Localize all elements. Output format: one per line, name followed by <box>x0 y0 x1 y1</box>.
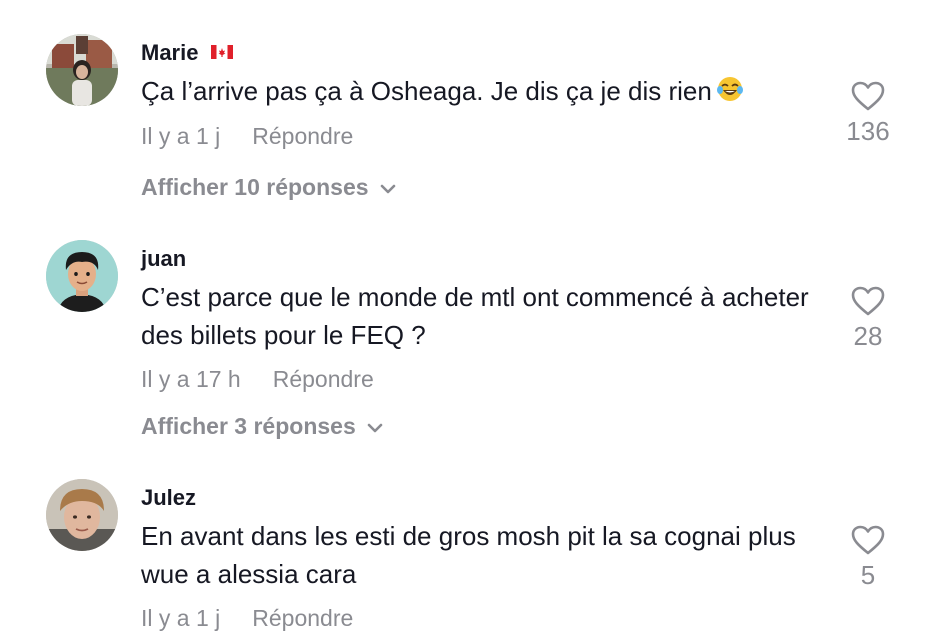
like-button[interactable]: 5 <box>838 524 898 591</box>
comment-meta: Il y a 1 j Répondre <box>141 123 353 150</box>
like-button[interactable]: 28 <box>838 285 898 352</box>
view-replies-label[interactable]: Afficher 3 réponses <box>141 413 356 439</box>
reply-button[interactable]: Répondre <box>252 605 353 631</box>
view-replies-label[interactable]: Afficher 10 réponses <box>141 174 369 200</box>
comment-text: En avant dans les esti de gros mosh pit … <box>141 517 821 593</box>
avatar-photo <box>46 479 118 551</box>
avatar[interactable] <box>46 240 118 312</box>
comment-meta: Il y a 17 h Répondre <box>141 366 374 393</box>
like-count: 136 <box>846 116 890 146</box>
reply-button[interactable]: Répondre <box>273 366 374 392</box>
like-count: 5 <box>860 560 876 590</box>
comment-meta: Il y a 1 j Répondre <box>141 605 353 632</box>
reply-button[interactable]: Répondre <box>252 123 353 149</box>
comment-timestamp: Il y a 1 j <box>141 605 221 631</box>
heart-outline-icon[interactable] <box>850 285 886 317</box>
avatar[interactable] <box>46 479 118 551</box>
chevron-down-icon[interactable] <box>366 422 384 434</box>
comment-text: C’est parce que le monde de mtl ont comm… <box>141 278 821 354</box>
canada-flag-icon <box>210 45 233 60</box>
comment-timestamp: Il y a 1 j <box>141 123 221 149</box>
avatar[interactable] <box>46 34 118 106</box>
comment-timestamp: Il y a 17 h <box>141 366 241 392</box>
view-replies-button[interactable]: Afficher 3 réponses <box>141 413 384 440</box>
comment-author[interactable]: juan <box>141 246 186 272</box>
author-name[interactable]: Marie <box>141 40 198 65</box>
comment-body: En avant dans les esti de gros mosh pit … <box>141 521 796 589</box>
avatar-photo <box>46 34 118 106</box>
comment-author[interactable]: Julez <box>141 485 196 511</box>
heart-outline-icon[interactable] <box>850 524 886 556</box>
comment-author[interactable]: Marie <box>141 40 233 66</box>
comment-text: Ça l’arrive pas ça à Osheaga. Je dis ça … <box>141 72 821 110</box>
comment-body: C’est parce que le monde de mtl ont comm… <box>141 282 809 350</box>
view-replies-button[interactable]: Afficher 10 réponses <box>141 174 397 201</box>
chevron-down-icon[interactable] <box>379 183 397 195</box>
like-count: 28 <box>853 321 883 351</box>
author-name[interactable]: juan <box>141 246 186 271</box>
author-name[interactable]: Julez <box>141 485 196 510</box>
comment-body: Ça l’arrive pas ça à Osheaga. Je dis ça … <box>141 76 712 106</box>
like-button[interactable]: 136 <box>838 80 898 147</box>
heart-outline-icon[interactable] <box>850 80 886 112</box>
avatar-illustration <box>46 240 118 312</box>
tears-of-joy-emoji <box>716 77 743 102</box>
